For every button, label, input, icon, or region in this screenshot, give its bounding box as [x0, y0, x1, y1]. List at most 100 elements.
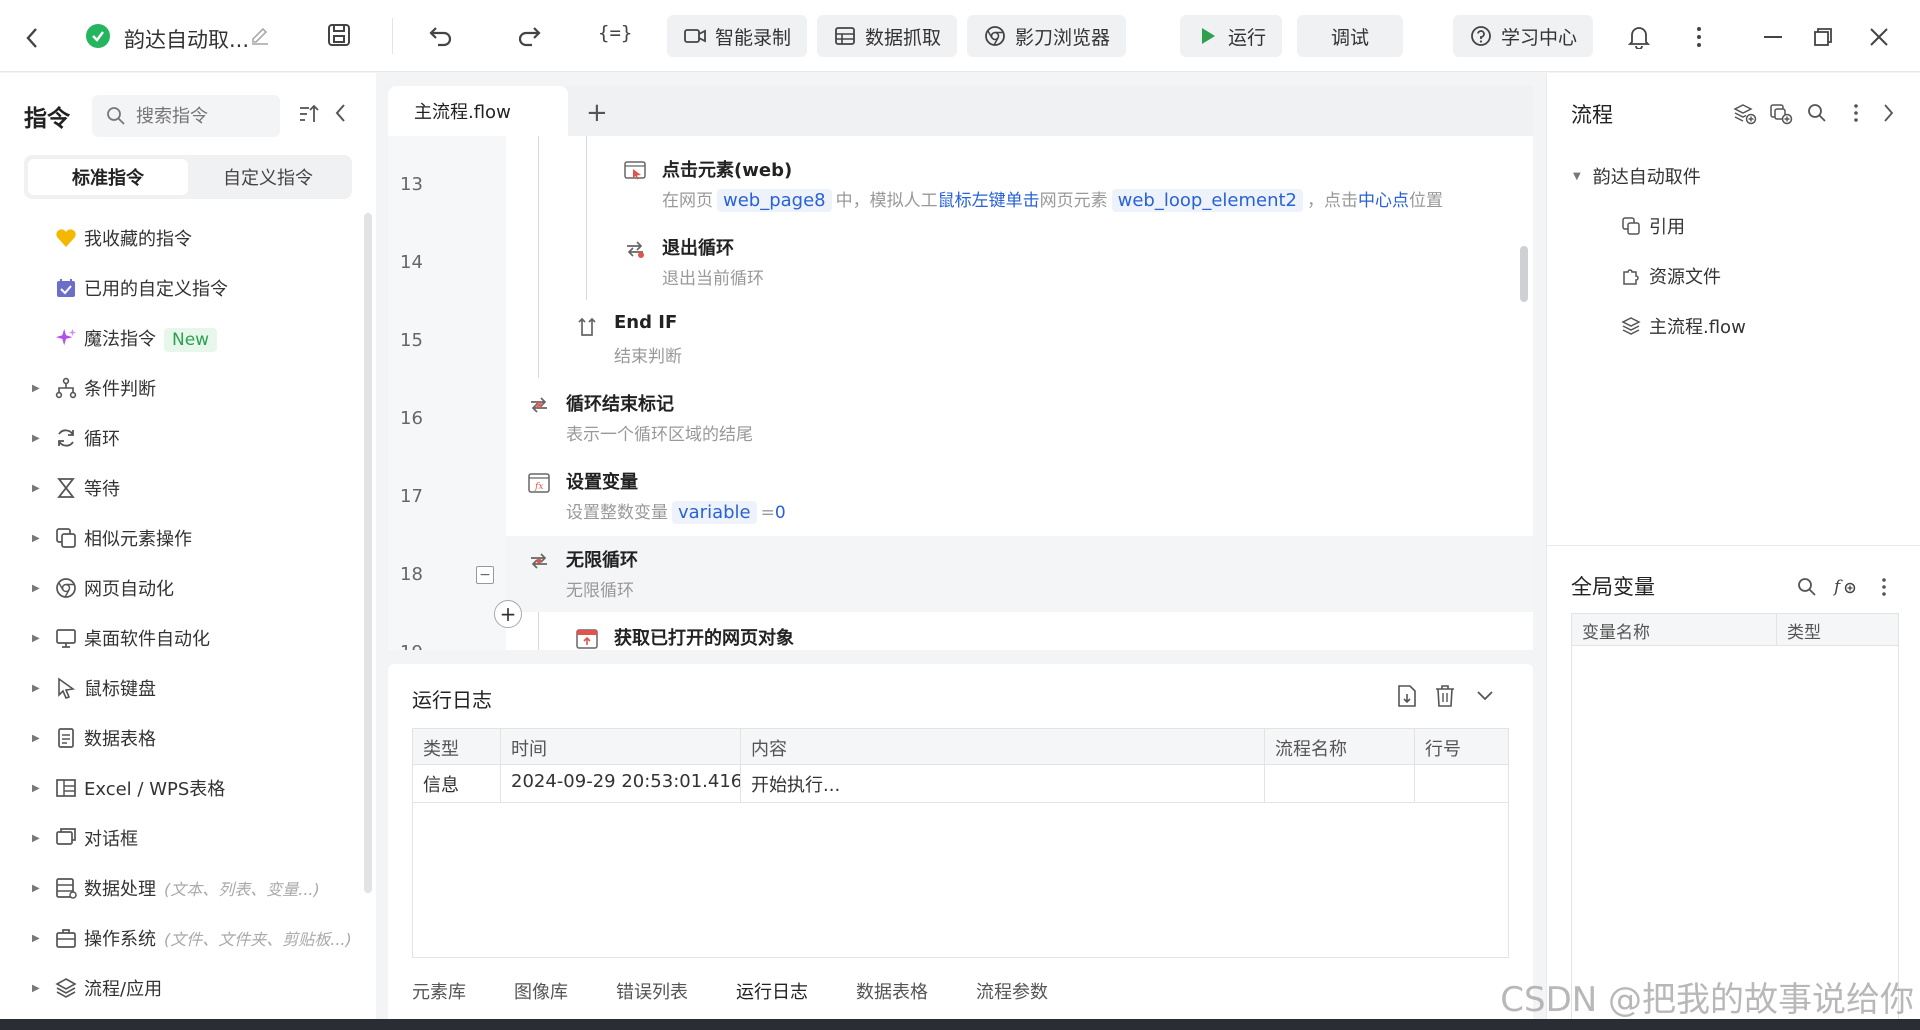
back-icon[interactable] [18, 24, 46, 52]
function-icon[interactable]: f [1833, 575, 1857, 597]
run-button[interactable]: 运行 [1180, 15, 1283, 57]
expand-arrow-icon[interactable]: ▶ [32, 433, 42, 444]
tab-main-flow[interactable]: 主流程.flow [388, 86, 568, 136]
tab-data-table[interactable]: 数据表格 [856, 978, 928, 1004]
command-item-mouse-keyboard[interactable]: ▶ 鼠标键盘 [0, 663, 360, 713]
cursor-icon [55, 677, 77, 699]
add-tab-icon[interactable]: + [586, 98, 608, 128]
expand-arrow-icon[interactable]: ▶ [32, 983, 42, 994]
yingdao-browser-button[interactable]: 影刀浏览器 [967, 15, 1127, 57]
more-vertical-icon[interactable] [1881, 577, 1887, 597]
add-module-icon[interactable] [1769, 103, 1793, 125]
expand-arrow-icon[interactable]: ▶ [32, 933, 42, 944]
more-vertical-icon[interactable] [1853, 103, 1859, 123]
tab-flow-params[interactable]: 流程参数 [976, 978, 1048, 1004]
search-input[interactable] [136, 105, 266, 127]
export-log-icon[interactable] [1396, 684, 1418, 708]
save-icon[interactable] [326, 22, 352, 48]
restore-window-icon[interactable] [1810, 24, 1836, 50]
command-item-favorites[interactable]: 我收藏的指令 [0, 213, 360, 263]
expand-arrow-icon[interactable]: ▶ [32, 583, 42, 594]
command-item-loop[interactable]: ▶ 循环 [0, 413, 360, 463]
click-element-icon [624, 160, 646, 182]
redo-icon[interactable] [516, 22, 542, 48]
edit-pencil-icon[interactable] [250, 26, 270, 46]
tree-item-resources[interactable]: 资源文件 [1571, 251, 1901, 301]
trash-icon[interactable] [1434, 684, 1456, 708]
tab-element-library[interactable]: 元素库 [412, 978, 466, 1004]
chevron-right-icon[interactable] [1883, 103, 1895, 123]
expand-arrow-icon[interactable]: ▶ [32, 683, 42, 694]
debug-button[interactable]: 调试 [1297, 15, 1404, 57]
command-item-web-automation[interactable]: ▶ 网页自动化 [0, 563, 360, 613]
editor-scrollbar[interactable] [1520, 246, 1528, 302]
expand-arrow-icon[interactable]: ▶ [32, 883, 42, 894]
expand-arrow-icon[interactable]: ▶ [32, 533, 42, 544]
editor-tab-bar: 主流程.flow + [388, 86, 1533, 136]
expand-arrow-icon[interactable]: ▶ [32, 783, 42, 794]
search-icon[interactable] [1797, 577, 1817, 597]
variable-chip[interactable]: web_page8 [717, 189, 832, 212]
new-badge: New [164, 327, 218, 352]
web-page-icon [576, 628, 598, 650]
variable-chip[interactable]: variable [672, 501, 757, 524]
smart-record-button[interactable]: 智能录制 [667, 15, 808, 57]
command-search-box[interactable] [92, 95, 280, 137]
add-flow-icon[interactable] [1733, 103, 1757, 125]
caret-down-icon[interactable]: ▼ [1573, 171, 1581, 182]
tab-custom-commands[interactable]: 自定义指令 [188, 159, 348, 195]
undo-icon[interactable] [428, 22, 454, 48]
tab-run-log[interactable]: 运行日志 [736, 978, 808, 1004]
expand-arrow-icon[interactable]: ▶ [32, 633, 42, 644]
command-item-excel[interactable]: ▶ Excel / WPS表格 [0, 763, 360, 813]
sort-icon[interactable] [298, 103, 320, 125]
variable-chip[interactable]: web_loop_element2 [1111, 189, 1303, 212]
command-item-condition[interactable]: ▶ 条件判断 [0, 363, 360, 413]
expand-arrow-icon[interactable]: ▶ [32, 833, 42, 844]
calendar-check-icon [55, 277, 77, 299]
command-list-scrollbar[interactable] [364, 213, 372, 893]
expand-arrow-icon[interactable]: ▶ [32, 733, 42, 744]
expand-arrow-icon[interactable]: ▶ [32, 383, 42, 394]
data-scrape-button[interactable]: 数据抓取 [817, 15, 958, 57]
tree-item-main-flow[interactable]: 主流程.flow [1571, 301, 1901, 351]
line-number: 16 [400, 408, 423, 429]
command-item-data-processing[interactable]: ▶ 数据处理 (文本、列表、变量...) [0, 863, 360, 913]
branch-icon [55, 377, 77, 399]
command-item-os[interactable]: ▶ 操作系统 (文件、文件夹、剪贴板...) [0, 913, 360, 963]
command-item-wait[interactable]: ▶ 等待 [0, 463, 360, 513]
command-item-magic[interactable]: 魔法指令 New [0, 313, 360, 363]
add-step-icon[interactable]: + [494, 600, 522, 628]
collapse-panel-icon[interactable] [334, 103, 346, 123]
layers-icon [1621, 316, 1641, 336]
table-row[interactable]: 信息 2024-09-29 20:53:01.416 开始执行... [413, 765, 1508, 803]
tree-item-references[interactable]: 引用 [1571, 201, 1901, 251]
line-number: 18 [400, 564, 423, 585]
command-item-used-custom[interactable]: 已用的自定义指令 [0, 263, 360, 313]
expand-arrow-icon[interactable]: ▶ [32, 483, 42, 494]
set-variable-icon: fx [528, 472, 550, 494]
minimize-icon[interactable] [1760, 24, 1786, 50]
video-camera-icon [683, 24, 707, 48]
tab-standard-commands[interactable]: 标准指令 [28, 159, 188, 195]
command-list: 我收藏的指令 已用的自定义指令 魔法指令 New ▶ 条件判断 ▶ 循环 ▶ 等待… [0, 213, 360, 1013]
tab-error-list[interactable]: 错误列表 [616, 978, 688, 1004]
variables-button[interactable]: {=} [598, 22, 632, 44]
global-variables-title: 全局变量 [1571, 575, 1655, 599]
close-icon[interactable] [1866, 24, 1892, 50]
chevron-down-icon[interactable] [1476, 690, 1494, 702]
tree-root[interactable]: ▼ 韵达自动取件 [1571, 151, 1901, 201]
command-item-flow-app[interactable]: ▶ 流程/应用 [0, 963, 360, 1013]
command-item-desktop-automation[interactable]: ▶ 桌面软件自动化 [0, 613, 360, 663]
tab-image-library[interactable]: 图像库 [514, 978, 568, 1004]
more-vertical-icon[interactable] [1686, 24, 1712, 50]
learning-center-button[interactable]: 学习中心 [1453, 15, 1594, 57]
collapse-block-icon[interactable]: − [476, 566, 494, 584]
search-icon[interactable] [1807, 103, 1827, 123]
command-item-data-table[interactable]: ▶ 数据表格 [0, 713, 360, 763]
bell-icon[interactable] [1626, 24, 1652, 50]
command-item-dialog[interactable]: ▶ 对话框 [0, 813, 360, 863]
command-item-similar-elements[interactable]: ▶ 相似元素操作 [0, 513, 360, 563]
help-circle-icon [1469, 24, 1493, 48]
flow-tree: ▼ 韵达自动取件 引用 资源文件 主流程.flow [1571, 151, 1901, 351]
